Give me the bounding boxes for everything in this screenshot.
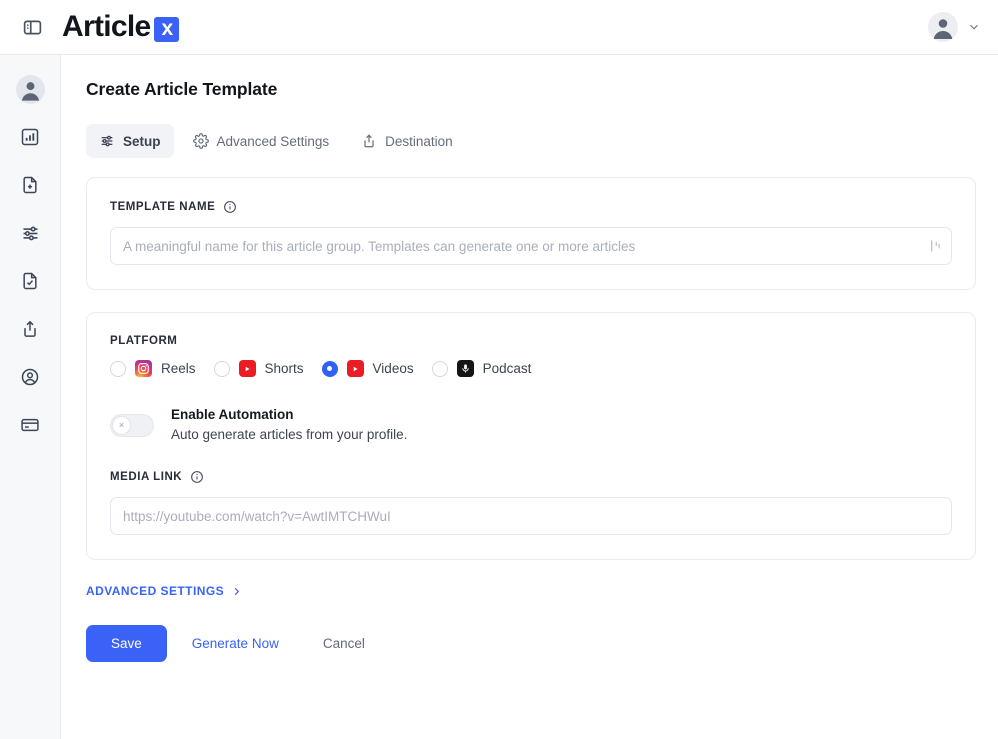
media-link-label-text: MEDIA LINK: [110, 471, 183, 483]
youtube-icon: [238, 360, 256, 377]
avatar[interactable]: [928, 12, 958, 42]
sidebar-item-billing[interactable]: [10, 405, 50, 445]
automation-text: Enable Automation Auto generate articles…: [171, 407, 407, 442]
media-link-input[interactable]: [110, 497, 952, 535]
radio-podcast[interactable]: [431, 360, 448, 377]
sidebar-item-profile[interactable]: [10, 69, 50, 109]
apple-podcast-icon: [456, 360, 474, 377]
advanced-settings-link[interactable]: ADVANCED SETTINGS: [86, 584, 242, 598]
media-link-input-wrap: [110, 497, 952, 535]
sliders-icon: [101, 135, 113, 147]
template-name-card: TEMPLATE NAME: [86, 177, 976, 290]
credit-card-icon: [21, 418, 39, 432]
automation-title: Enable Automation: [171, 407, 294, 422]
sidebar-item-new-document[interactable]: [10, 165, 50, 205]
user-circle-icon: [21, 368, 39, 386]
radio-videos[interactable]: [321, 360, 338, 377]
tab-advanced-settings[interactable]: Advanced Settings: [180, 124, 343, 158]
radio-shorts[interactable]: [213, 360, 230, 377]
sidebar-item-approved-documents[interactable]: [10, 261, 50, 301]
save-button[interactable]: Save: [86, 625, 167, 662]
tab-destination[interactable]: Destination: [348, 124, 466, 158]
tab-advanced-settings-label: Advanced Settings: [216, 133, 330, 149]
brand-logo[interactable]: Article x: [62, 10, 180, 44]
tab-destination-label: Destination: [385, 133, 453, 149]
platform-option-videos-label: Videos: [372, 361, 414, 376]
platform-option-podcast-label: Podcast: [482, 361, 532, 376]
file-check-icon: [23, 272, 37, 290]
file-plus-icon: [23, 176, 37, 194]
bar-chart-icon: [21, 128, 39, 146]
template-name-input[interactable]: [110, 227, 952, 265]
page-title: Create Article Template: [86, 79, 278, 99]
instagram-icon: [135, 360, 152, 377]
platform-option-reels[interactable]: Reels: [110, 360, 196, 377]
sidebar-panel-icon[interactable]: [15, 10, 49, 44]
form-actions: Save Generate Now Cancel: [86, 625, 976, 662]
toggle-knob: ×: [112, 416, 131, 435]
gear-icon: [192, 133, 209, 149]
top-bar: Article x: [0, 0, 998, 55]
platform-option-reels-label: Reels: [161, 361, 196, 376]
enable-automation-toggle[interactable]: ×: [110, 414, 154, 437]
info-icon[interactable]: [223, 200, 237, 214]
sidebar-item-settings[interactable]: [10, 213, 50, 253]
info-icon[interactable]: [190, 470, 204, 484]
advanced-settings-link-label: ADVANCED SETTINGS: [86, 584, 225, 598]
media-link-label: MEDIA LINK: [110, 470, 952, 484]
tab-bar: Setup Advanced Settings Destination: [86, 124, 976, 158]
automation-row: × Enable Automation Auto generate articl…: [110, 407, 952, 442]
platform-card: PLATFORM Reels Shorts Videos Podcast × E…: [86, 312, 976, 560]
platform-label-text: PLATFORM: [110, 335, 178, 347]
sidebar: [0, 55, 61, 739]
template-name-input-wrap: [110, 227, 952, 265]
tab-setup-label: Setup: [123, 133, 161, 149]
youtube-icon: [346, 360, 364, 377]
main-content: Create Article Template Setup Advanced S…: [61, 55, 998, 739]
platform-option-shorts[interactable]: Shorts: [213, 360, 304, 377]
generate-now-button[interactable]: Generate Now: [173, 625, 298, 662]
brand-badge: x: [154, 16, 180, 42]
template-name-label-text: TEMPLATE NAME: [110, 201, 216, 213]
sidebar-item-account[interactable]: [10, 357, 50, 397]
tab-setup[interactable]: Setup: [86, 124, 174, 158]
cancel-button[interactable]: Cancel: [304, 625, 384, 662]
platform-option-shorts-label: Shorts: [264, 361, 304, 376]
sidebar-item-publish[interactable]: [10, 309, 50, 349]
chevron-down-icon[interactable]: [967, 20, 981, 34]
platform-radio-group: Reels Shorts Videos Podcast: [110, 360, 952, 377]
share-upload-icon: [24, 320, 36, 337]
radio-reels[interactable]: [110, 360, 126, 377]
platform-option-podcast[interactable]: Podcast: [431, 360, 532, 377]
platform-label: PLATFORM: [110, 335, 952, 347]
sliders-icon: [23, 226, 37, 240]
share-upload-icon: [364, 134, 374, 148]
sidebar-item-analytics[interactable]: [10, 117, 50, 157]
account-menu[interactable]: [928, 12, 981, 42]
platform-option-videos[interactable]: Videos: [321, 360, 414, 377]
automation-description: Auto generate articles from your profile…: [171, 427, 408, 442]
template-name-label: TEMPLATE NAME: [110, 200, 952, 214]
user-avatar-icon: [15, 74, 45, 104]
brand-name: Article: [62, 10, 151, 43]
chevron-right-icon: [234, 587, 240, 595]
